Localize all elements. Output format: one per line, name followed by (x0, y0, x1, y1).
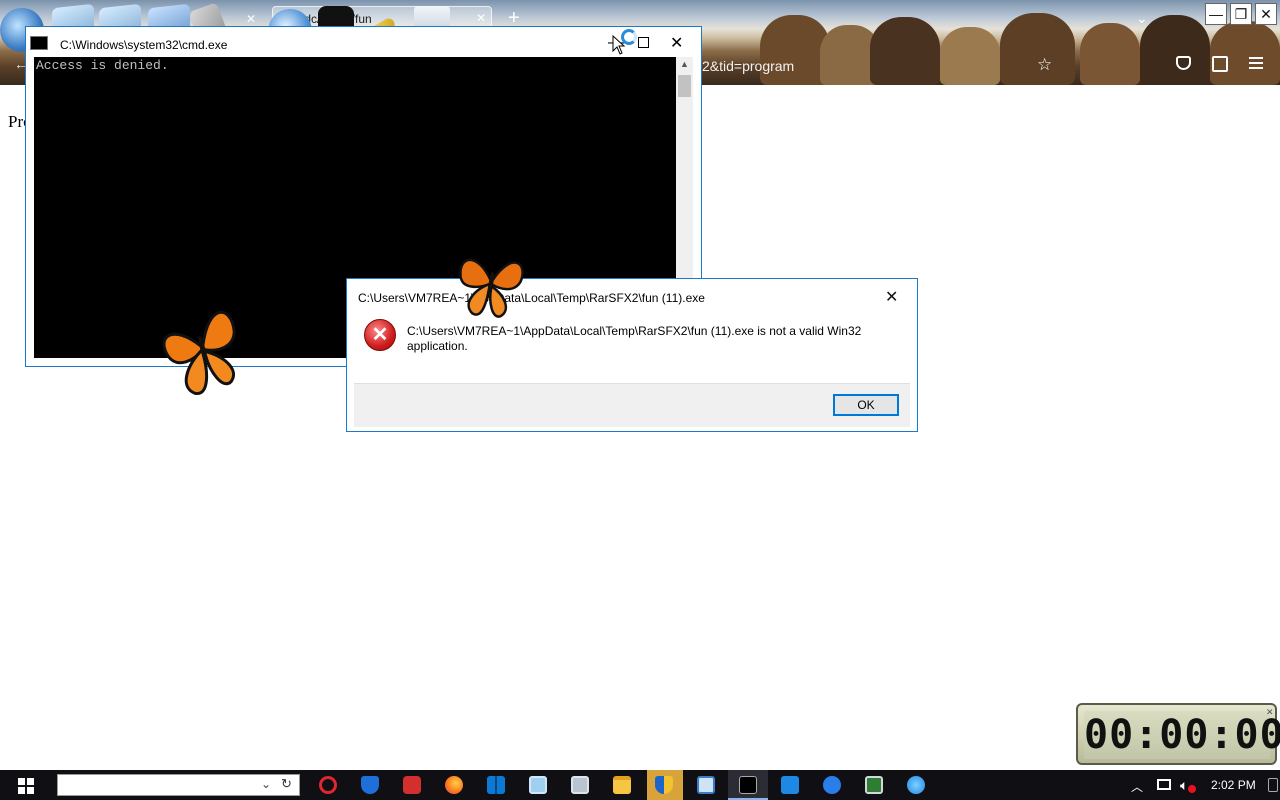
shield-icon[interactable] (361, 776, 379, 794)
horse-image (870, 17, 940, 85)
cmd-app-icon (30, 36, 48, 50)
cmd-titlebar[interactable]: C:\Windows\system32\cmd.exe — ✕ (26, 27, 701, 57)
scroll-thumb[interactable] (678, 75, 691, 97)
dialog-button-bar: OK (354, 383, 910, 427)
media-player-icon[interactable] (781, 776, 799, 794)
butterfly-icon (162, 310, 236, 395)
firefox-icon[interactable] (445, 776, 463, 794)
chevron-up-icon[interactable]: ︿ (1131, 778, 1143, 795)
error-dialog[interactable]: C:\Users\VM7REA~1\AppData\Local\Temp\Rar… (346, 278, 918, 432)
window-minimize-button[interactable]: — (1205, 3, 1227, 25)
url-text[interactable]: 2&tid=program (702, 58, 794, 74)
note-icon[interactable] (697, 776, 715, 794)
refresh-icon[interactable]: ↻ (281, 776, 292, 792)
error-icon: ✕ (364, 319, 396, 351)
volume-icon[interactable]: 🔈︎ (1180, 777, 1188, 794)
notification-icon[interactable] (1268, 778, 1278, 792)
console-output: Access is denied. (36, 58, 169, 73)
chevron-down-icon[interactable]: ⌄ (261, 777, 271, 791)
horse-image (940, 27, 1000, 85)
horse-image (1140, 15, 1210, 85)
butterfly-icon (459, 258, 524, 318)
maximize-button[interactable] (638, 37, 649, 48)
ok-button[interactable]: OK (833, 394, 899, 416)
taskbar: ⌄ ↻ ︿ 🔈︎ 2:02 PM (0, 770, 1280, 800)
chevron-down-icon[interactable]: ⌄ (1136, 10, 1148, 27)
opera-icon[interactable] (319, 776, 337, 794)
taskbar-search[interactable]: ⌄ ↻ (57, 774, 300, 796)
taskbar-clock[interactable]: 2:02 PM (1211, 778, 1256, 792)
horse-image (1080, 23, 1140, 85)
clock-widget[interactable]: 00:00:00 ✕ (1076, 703, 1280, 765)
window-close-button[interactable]: ✕ (1255, 3, 1277, 25)
download-icon[interactable] (823, 776, 841, 794)
clock-display: 00:00:00 (1084, 711, 1280, 759)
new-tab-button[interactable]: + (508, 8, 520, 28)
store-icon[interactable] (487, 776, 505, 794)
error-close-button[interactable]: ✕ (885, 287, 898, 307)
extension-icon[interactable] (1212, 56, 1228, 72)
cmd-title: C:\Windows\system32\cmd.exe (60, 38, 228, 52)
search-input[interactable] (62, 776, 257, 794)
network-folder-icon[interactable] (571, 776, 589, 794)
camera-icon[interactable] (403, 776, 421, 794)
start-button[interactable] (18, 778, 34, 794)
tab-close-icon[interactable]: ✕ (246, 12, 256, 26)
window-restore-button[interactable]: ❐ (1230, 3, 1252, 25)
horse-image (1210, 21, 1280, 85)
close-button[interactable]: ✕ (670, 33, 683, 53)
scroll-up-icon[interactable]: ▲ (680, 59, 689, 69)
network-icon[interactable] (1157, 779, 1171, 790)
bookmark-star-icon[interactable]: ☆ (1037, 55, 1052, 75)
menu-icon[interactable] (1249, 57, 1263, 69)
file-explorer-icon[interactable] (613, 776, 631, 794)
error-dialog-title: C:\Users\VM7REA~1\AppData\Local\Temp\Rar… (358, 291, 705, 305)
security-shield-icon[interactable] (655, 776, 673, 794)
browser-icon[interactable] (907, 776, 925, 794)
terminal-icon[interactable] (865, 776, 883, 794)
close-icon[interactable]: ✕ (1266, 707, 1274, 718)
mute-badge-icon (1188, 785, 1196, 793)
cmd-icon[interactable] (739, 776, 757, 794)
monitor-icon[interactable] (529, 776, 547, 794)
tab-close-icon[interactable]: ✕ (476, 11, 486, 25)
error-message: C:\Users\VM7REA~1\AppData\Local\Temp\Rar… (407, 324, 862, 353)
arrow-cursor-icon (612, 35, 626, 55)
